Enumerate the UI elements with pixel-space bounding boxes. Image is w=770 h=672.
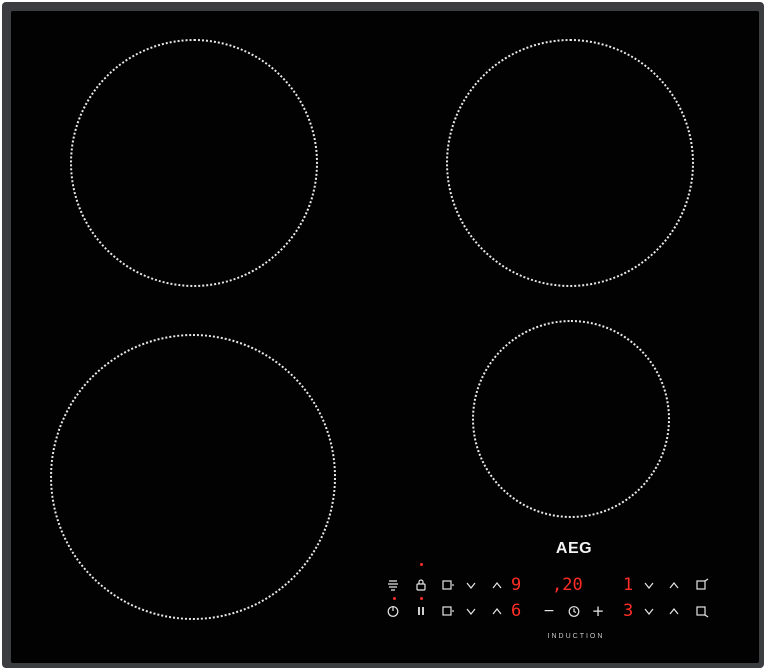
timer-display: ,20 [552,575,583,595]
cooking-zone-front-right [472,320,670,518]
cooking-zone-rear-right [446,39,694,287]
power-level-display-left-front: 6 [511,601,522,621]
brand-logo: AEG [555,540,593,557]
cooking-zone-front-left [50,334,336,620]
chevron-down-icon[interactable] [641,603,657,619]
cooking-zone-rear-left [70,39,318,287]
power-icon[interactable] [385,603,401,619]
power-level-display-right-front: 3 [623,601,634,621]
lock-icon[interactable] [413,577,429,593]
chevron-up-icon[interactable] [666,603,682,619]
zone-select-icon[interactable] [694,577,710,593]
lock-indicator-dot [420,563,423,566]
chevron-down-icon[interactable] [463,577,479,593]
chevron-down-icon[interactable] [463,603,479,619]
timer-icon[interactable] [566,603,582,619]
chevron-up-icon[interactable] [666,577,682,593]
zone-select-icon[interactable] [440,577,456,593]
chevron-up-icon[interactable] [489,603,505,619]
power-level-display-left-rear: 9 [511,575,522,595]
hob2hood-icon[interactable] [385,577,401,593]
power-level-display-right-rear: 1 [623,575,634,595]
pause-indicator-dot [420,597,423,600]
induction-label: INDUCTION [547,633,605,640]
timer-minus-button[interactable]: − [541,603,557,619]
power-indicator-dot [393,597,396,600]
zone-select-icon[interactable] [694,603,710,619]
zone-select-icon[interactable] [440,603,456,619]
timer-plus-button[interactable]: + [590,602,606,620]
pause-icon[interactable] [413,603,429,619]
chevron-up-icon[interactable] [489,577,505,593]
chevron-down-icon[interactable] [641,577,657,593]
